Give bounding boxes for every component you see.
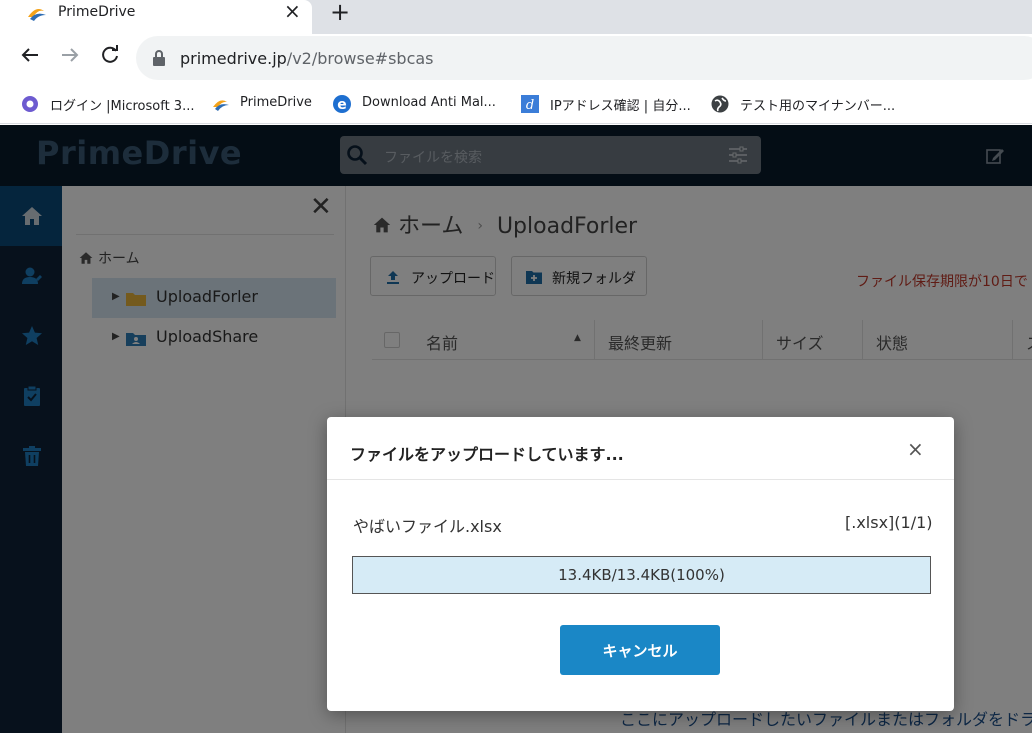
url-domain: primedrive.jp [180,49,287,68]
ip-check-icon: d [521,95,539,113]
tab-title: PrimeDrive [58,4,136,20]
bookmark-label: Download Anti Mal... [362,95,496,110]
svg-text:d: d [526,98,534,113]
file-count: [.xlsx](1/1) [845,513,933,532]
bookmark-label: IPアドレス確認 | 自分... [550,99,691,114]
bookmarks-bar: ログイン |Microsoft 3... PrimeDrive e Downlo… [0,84,1032,124]
back-arrow-icon[interactable] [18,43,42,67]
globe-icon [711,95,729,113]
browser-toolbar: primedrive.jp/v2/browse#sbcas [0,34,1032,84]
url-path: /v2/browse#sbcas [286,49,434,68]
new-tab-button[interactable]: + [330,0,350,24]
url-text: primedrive.jp/v2/browse#sbcas [180,49,434,68]
reload-icon[interactable] [98,43,122,67]
upload-progress-bar: 13.4KB/13.4KB(100%) [352,556,931,594]
bookmark-label: PrimeDrive [240,95,312,110]
lock-icon [153,50,165,66]
browser-tab[interactable]: PrimeDrive × [0,0,312,34]
forward-arrow-icon[interactable] [58,43,82,67]
primedrive-favicon-icon [28,9,46,21]
bookmark-label: テスト用のマイナンバー... [740,99,896,114]
upload-progress-dialog: ファイルをアップロードしています... × やばいファイル.xlsx [.xls… [327,417,954,711]
browser-tabstrip: PrimeDrive × + [0,0,1032,34]
tab-close-icon[interactable]: × [284,1,301,21]
progress-text: 13.4KB/13.4KB(100%) [558,566,725,584]
microsoft-office-icon [22,96,38,112]
divider [327,479,954,480]
primedrive-icon [213,100,229,111]
uploading-file-name: やばいファイル.xlsx [353,517,502,536]
close-icon[interactable]: × [907,439,924,459]
dialog-title: ファイルをアップロードしています... [350,445,624,464]
address-bar[interactable]: primedrive.jp/v2/browse#sbcas [136,36,1032,80]
edge-icon: e [333,95,351,113]
bookmark-label: ログイン |Microsoft 3... [50,99,195,114]
cancel-button[interactable]: キャンセル [560,625,720,675]
svg-text:e: e [337,97,347,113]
